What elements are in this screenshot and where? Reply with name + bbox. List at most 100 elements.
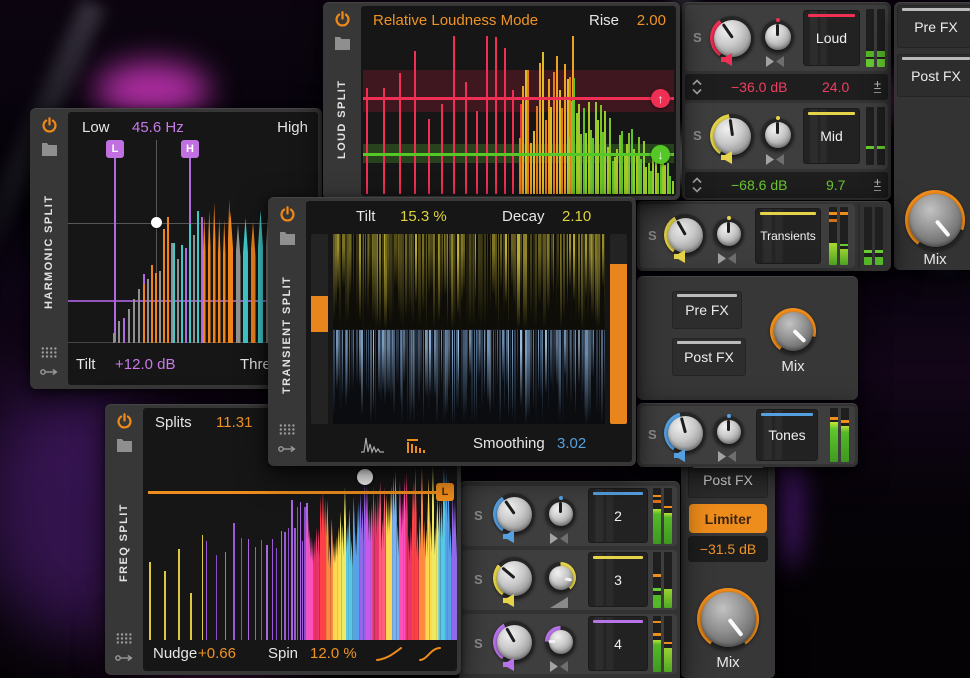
limiter-button[interactable]: Limiter xyxy=(689,504,767,533)
loud-mix-knob[interactable] xyxy=(905,190,965,250)
band-button-3[interactable]: 3 xyxy=(588,552,648,607)
range-value[interactable]: 9.7 xyxy=(826,177,845,193)
mode-label[interactable]: Relative Loudness Mode xyxy=(373,12,538,29)
post-fx-button[interactable]: Post FX xyxy=(672,338,746,376)
crosshair-handle[interactable] xyxy=(151,217,162,228)
band-button-transients[interactable]: Transients xyxy=(755,208,821,264)
freq-spectrum[interactable] xyxy=(143,438,457,640)
slider-handle[interactable] xyxy=(311,296,328,332)
folder-icon[interactable] xyxy=(335,37,350,50)
pan-knob[interactable] xyxy=(713,416,744,447)
band-button-tones[interactable]: Tones xyxy=(756,409,818,461)
folder-icon[interactable] xyxy=(280,232,295,245)
level-meter xyxy=(866,9,885,67)
post-fx-button[interactable]: Post FX xyxy=(897,54,970,97)
pan-knob[interactable] xyxy=(761,118,794,151)
low-marker-handle[interactable]: L xyxy=(106,140,124,158)
volume-knob[interactable] xyxy=(664,412,706,454)
threshold-db-value[interactable]: −36.0 dB xyxy=(731,79,787,95)
smoothing-value[interactable]: 3.02 xyxy=(557,435,586,452)
tilt-value[interactable]: +12.0 dB xyxy=(115,356,175,373)
spectrum-hold-icon[interactable] xyxy=(406,438,426,454)
transient-mix-knob[interactable] xyxy=(770,308,816,354)
pan-knob[interactable] xyxy=(545,626,576,657)
folder-icon[interactable] xyxy=(117,439,132,452)
left-range-slider[interactable] xyxy=(311,234,328,424)
post-fx-button[interactable]: Post FX xyxy=(688,462,768,498)
master-mix-knob[interactable] xyxy=(697,588,759,650)
pre-fx-button[interactable]: Pre FX xyxy=(897,5,970,48)
spin-value[interactable]: 12.0 % xyxy=(310,645,357,662)
rise-marker[interactable]: ↑ xyxy=(651,89,670,108)
folder-icon[interactable] xyxy=(42,143,57,156)
split-handle[interactable] xyxy=(357,469,373,485)
mix-label: Mix xyxy=(697,654,759,671)
transient-mode-icon[interactable] xyxy=(361,437,385,454)
expand-chevrons-icon[interactable] xyxy=(692,177,702,193)
speaker-icon xyxy=(721,151,735,164)
solo-button[interactable]: S xyxy=(648,427,657,442)
s-curve-icon[interactable] xyxy=(419,646,441,662)
up-arrow-icon: ↑ xyxy=(658,92,664,106)
loudness-spectrum[interactable] xyxy=(363,36,674,194)
loud-split-device: LOUD SPLIT Relative Loudness Mode Rise 2… xyxy=(323,2,680,200)
power-icon[interactable] xyxy=(279,206,296,223)
solo-button[interactable]: S xyxy=(648,228,657,243)
solo-button[interactable]: S xyxy=(693,30,702,45)
slider-handle[interactable] xyxy=(610,264,627,424)
splits-value[interactable]: 11.31 xyxy=(216,414,252,431)
pan-knob[interactable] xyxy=(761,20,794,53)
volume-knob[interactable] xyxy=(493,621,535,663)
split-frequency-value[interactable]: 45.6 Hz xyxy=(132,119,184,136)
right-range-slider[interactable] xyxy=(610,234,627,424)
solo-button[interactable]: S xyxy=(474,508,483,523)
solo-button[interactable]: S xyxy=(474,636,483,651)
meter-bar xyxy=(664,616,672,672)
power-icon[interactable] xyxy=(334,11,351,28)
pan-knob[interactable] xyxy=(713,218,744,249)
solo-button[interactable]: S xyxy=(474,572,483,587)
crossfade-icon xyxy=(550,533,568,544)
drag-handle-icon[interactable] xyxy=(41,347,57,358)
band-button-2[interactable]: 2 xyxy=(588,488,648,543)
plus-minus-icon[interactable]: ± xyxy=(874,77,881,93)
volume-knob[interactable] xyxy=(493,557,535,599)
routing-icon[interactable] xyxy=(278,444,296,454)
high-marker-handle[interactable]: H xyxy=(181,140,199,158)
volume-knob[interactable] xyxy=(493,493,535,535)
pre-fx-button[interactable]: Pre FX xyxy=(672,291,742,329)
range-value[interactable]: 24.0 xyxy=(822,79,849,95)
drag-handle-icon[interactable] xyxy=(116,633,132,644)
device-title: FREQ SPLIT xyxy=(118,452,130,633)
routing-icon[interactable] xyxy=(40,367,58,377)
knob-pointer xyxy=(727,420,730,432)
decay-value[interactable]: 2.10 xyxy=(562,208,591,225)
band-button-loud[interactable]: Loud xyxy=(803,10,860,66)
band-level-line[interactable] xyxy=(148,491,449,494)
threshold-label: Thre xyxy=(240,356,271,373)
power-icon[interactable] xyxy=(116,413,133,430)
curve-shape-icon[interactable] xyxy=(376,646,402,662)
power-icon[interactable] xyxy=(41,117,58,134)
expand-chevrons-icon[interactable] xyxy=(692,79,702,95)
tilt-value[interactable]: 15.3 % xyxy=(400,208,447,225)
marker-letter: L xyxy=(112,143,119,155)
plus-minus-icon[interactable]: ± xyxy=(874,175,881,191)
solo-button[interactable]: S xyxy=(693,128,702,143)
fall-marker[interactable]: ↓ xyxy=(651,145,670,164)
rise-threshold-line[interactable] xyxy=(363,97,674,100)
pan-knob[interactable] xyxy=(545,562,576,593)
band-button-mid[interactable]: Mid xyxy=(803,108,860,164)
freq-mixer-panel: S 2 S 3 S xyxy=(459,481,680,678)
band-strip-mid: S Mid xyxy=(685,103,888,169)
limiter-threshold-value[interactable]: −31.5 dB xyxy=(688,536,768,562)
band-marker-handle[interactable]: L xyxy=(436,483,454,501)
pan-knob[interactable] xyxy=(545,498,576,529)
fall-threshold-line[interactable] xyxy=(363,153,674,156)
rise-value[interactable]: 2.00 xyxy=(637,12,666,29)
routing-icon[interactable] xyxy=(115,653,133,663)
drag-handle-icon[interactable] xyxy=(279,424,295,435)
nudge-value[interactable]: +0.66 xyxy=(198,645,236,662)
threshold-db-value[interactable]: −68.6 dB xyxy=(731,177,787,193)
band-button-4[interactable]: 4 xyxy=(588,616,648,671)
